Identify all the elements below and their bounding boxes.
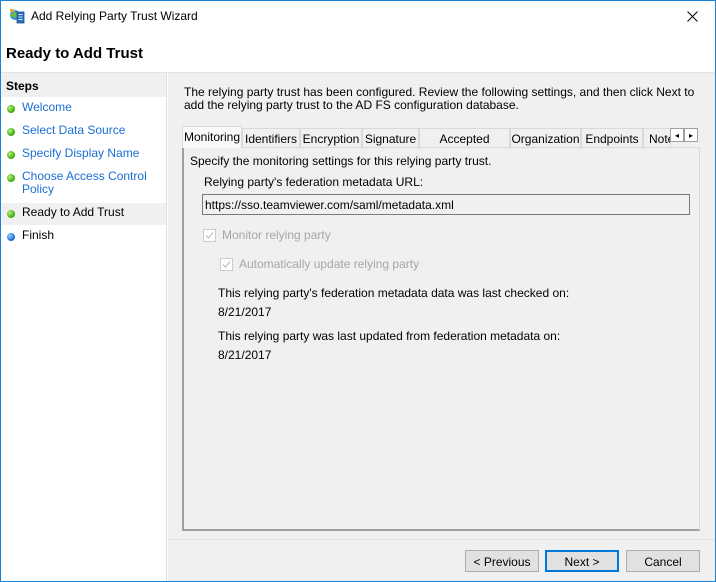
- last-checked-value: 8/21/2017: [218, 305, 272, 319]
- chevron-left-icon: ◂: [674, 130, 679, 140]
- cancel-button[interactable]: Cancel: [626, 550, 700, 572]
- last-updated-value: 8/21/2017: [218, 348, 272, 362]
- step-label: Specify Display Name: [22, 146, 140, 160]
- step-label: Welcome: [22, 100, 72, 114]
- wizard-window: Add Relying Party Trust Wizard Ready to …: [0, 0, 716, 582]
- next-button[interactable]: Next >: [545, 550, 619, 572]
- step-finish: Finish: [1, 226, 166, 248]
- step-complete-icon: [7, 151, 15, 159]
- page-header: Ready to Add Trust: [1, 32, 715, 72]
- window-title: Add Relying Party Trust Wizard: [31, 9, 198, 23]
- last-updated-label: This relying party was last updated from…: [218, 329, 561, 343]
- steps-heading: Steps: [1, 73, 166, 97]
- step-specify-display-name[interactable]: Specify Display Name: [1, 144, 166, 166]
- adfs-wizard-icon: [10, 9, 25, 24]
- tab-notes[interactable]: Note: [643, 128, 671, 147]
- step-ready-to-add-trust[interactable]: Ready to Add Trust: [1, 203, 166, 225]
- tab-strip: Monitoring Identifiers Encryption Signat…: [182, 126, 702, 160]
- step-label: Ready to Add Trust: [22, 205, 125, 219]
- step-complete-icon: [7, 105, 15, 113]
- metadata-url-label: Relying party's federation metadata URL:: [204, 175, 424, 189]
- monitoring-panel: Specify the monitoring settings for this…: [182, 147, 700, 531]
- tab-signature[interactable]: Signature: [362, 128, 419, 147]
- checkmark-icon: [222, 260, 231, 268]
- checkbox-box: [220, 257, 233, 271]
- tab-accepted-claims[interactable]: Accepted Claims: [419, 128, 510, 160]
- step-complete-icon: [7, 174, 15, 182]
- tab-monitoring[interactable]: Monitoring: [182, 126, 242, 148]
- close-button[interactable]: [669, 1, 715, 31]
- step-label: Select Data Source: [22, 123, 126, 137]
- metadata-url-field[interactable]: https://sso.teamviewer.com/saml/metadata…: [202, 194, 690, 215]
- auto-update-relying-party-checkbox[interactable]: Automatically update relying party: [220, 257, 419, 271]
- checkmark-icon: [205, 231, 214, 239]
- monitoring-description: Specify the monitoring settings for this…: [190, 154, 492, 168]
- intro-text: The relying party trust has been configu…: [184, 85, 695, 112]
- footer-divider: [168, 539, 715, 540]
- checkbox-box: [203, 228, 216, 242]
- title-bar: Add Relying Party Trust Wizard: [1, 1, 715, 32]
- chevron-right-icon: ▸: [688, 130, 693, 140]
- step-label: Finish: [22, 228, 55, 242]
- main-content: The relying party trust has been configu…: [168, 73, 715, 581]
- previous-button[interactable]: < Previous: [465, 550, 539, 572]
- tab-encryption[interactable]: Encryption: [300, 128, 362, 147]
- step-current-icon: [7, 210, 15, 218]
- tab-scroll-right-button[interactable]: ▸: [684, 128, 698, 142]
- step-pending-icon: [7, 233, 15, 241]
- close-icon: [686, 10, 698, 22]
- tab-identifiers[interactable]: Identifiers: [242, 128, 300, 147]
- step-choose-access-control-policy[interactable]: Choose Access Control Policy: [1, 167, 166, 201]
- last-checked-label: This relying party's federation metadata…: [218, 286, 570, 300]
- step-welcome[interactable]: Welcome: [1, 98, 166, 120]
- checkbox-label: Monitor relying party: [222, 228, 331, 242]
- tab-organization[interactable]: Organization: [510, 128, 581, 147]
- checkbox-label: Automatically update relying party: [239, 257, 420, 271]
- step-complete-icon: [7, 128, 15, 136]
- step-label: Choose Access Control Policy: [22, 169, 147, 196]
- step-select-data-source[interactable]: Select Data Source: [1, 121, 166, 143]
- page-title: Ready to Add Trust: [6, 45, 143, 62]
- monitor-relying-party-checkbox[interactable]: Monitor relying party: [203, 228, 331, 242]
- tab-endpoints[interactable]: Endpoints: [581, 128, 643, 147]
- tab-scroll-left-button[interactable]: ◂: [670, 128, 684, 142]
- steps-sidebar: Steps Welcome Select Data Source Specify…: [1, 73, 167, 581]
